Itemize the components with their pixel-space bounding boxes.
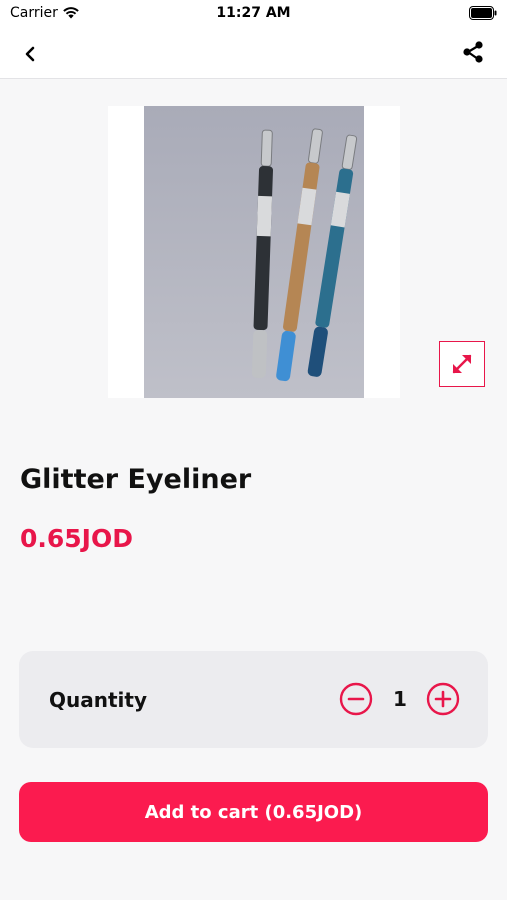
status-bar: Carrier 11:27 AM xyxy=(0,0,507,28)
status-time: 11:27 AM xyxy=(216,5,291,21)
minus-circle-icon xyxy=(339,682,373,716)
share-button[interactable] xyxy=(459,38,487,66)
quantity-label: Quantity xyxy=(49,688,147,712)
share-icon xyxy=(463,41,483,63)
nav-bar xyxy=(0,28,507,79)
expand-image-button[interactable] xyxy=(439,341,485,387)
add-to-cart-button[interactable]: Add to cart (0.65JOD) xyxy=(19,782,488,842)
battery-icon xyxy=(469,6,497,20)
expand-icon xyxy=(452,354,472,374)
product-title: Glitter Eyeliner xyxy=(20,464,252,495)
quantity-value: 1 xyxy=(393,687,407,711)
eyeliner-photo xyxy=(144,106,364,398)
decrease-quantity-button[interactable] xyxy=(339,682,373,716)
chevron-left-icon xyxy=(25,46,35,62)
plus-circle-icon xyxy=(426,682,460,716)
increase-quantity-button[interactable] xyxy=(426,682,460,716)
product-price: 0.65JOD xyxy=(20,524,133,553)
back-button[interactable] xyxy=(16,40,44,68)
quantity-card: Quantity 1 xyxy=(19,651,488,748)
product-image[interactable] xyxy=(108,106,400,398)
